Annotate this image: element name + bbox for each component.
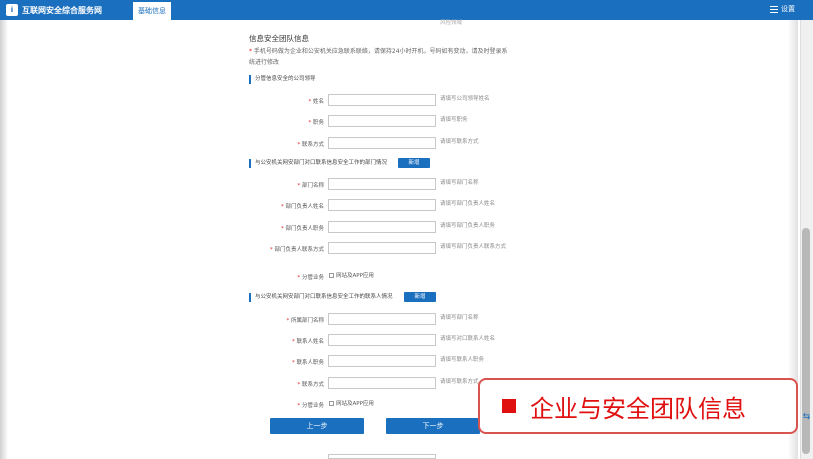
faded-scrolled-text: 风险领域: [440, 20, 463, 26]
contact-name-hint: 请填写对口联系人姓名: [440, 336, 496, 342]
contact-name-input[interactable]: [328, 334, 436, 346]
field-label-contact-title: * 联系人职务: [291, 360, 324, 366]
leader-name-input[interactable]: [328, 94, 436, 106]
phone-notice: * 手机号码做为企业和公安机关应急联系联络，请保持24小时开机，号码如有变动，请…: [249, 48, 508, 66]
contact-dept-input[interactable]: [328, 313, 436, 325]
callout-square-icon: [502, 399, 516, 413]
dept-head-contact-hint: 请填写部门负责人联系方式: [440, 244, 507, 250]
field-label-dept-business: * 分管业务: [297, 275, 324, 281]
field-label-dept-name: * 部门名称: [297, 183, 324, 189]
dept-business-option[interactable]: 网站及APP应用: [329, 271, 374, 279]
contact-business-checkbox[interactable]: [329, 400, 334, 406]
contact-business-option[interactable]: 网站及APP应用: [329, 399, 374, 407]
group-contact-person-heading: 与公安机关网安部门对口联系信息安全工作的联系人情况: [249, 293, 393, 302]
contact-dept-hint: 请填写部门名称: [440, 315, 479, 321]
dept-head-contact-input[interactable]: [328, 242, 436, 254]
annotation-callout: 企业与安全团队信息: [478, 378, 798, 434]
dept-head-title-hint: 请填写部门负责人职务: [440, 223, 496, 229]
prev-step-button[interactable]: 上一步: [270, 418, 364, 434]
add-department-button[interactable]: 新增: [398, 158, 430, 168]
field-label-leader-name: * 姓名: [308, 99, 324, 105]
next-step-button[interactable]: 下一步: [386, 418, 480, 434]
field-label-leader-title: * 职务: [308, 120, 324, 126]
dept-name-input[interactable]: [328, 178, 436, 190]
contact-phone-input[interactable]: [328, 377, 436, 389]
dept-head-name-input[interactable]: [328, 199, 436, 211]
group-company-leader-heading: 分管信息安全的公司领导: [249, 75, 316, 84]
leader-title-input[interactable]: [328, 115, 436, 127]
field-label-leader-contact: * 联系方式: [297, 142, 324, 148]
leader-title-hint: 请填写职务: [440, 117, 468, 123]
leader-contact-hint: 请填写联系方式: [440, 139, 479, 145]
field-label-dept-head-contact: * 部门负责人联系方式: [269, 247, 324, 253]
leader-contact-input[interactable]: [328, 137, 436, 149]
field-label-contact-business: * 分管业务: [297, 403, 324, 409]
dept-business-checkbox[interactable]: [329, 272, 334, 278]
leader-name-hint: 请填写公司领导姓名: [440, 96, 490, 102]
field-label-contact-phone: * 联系方式: [297, 382, 324, 388]
expand-side-icon[interactable]: ⇆: [800, 412, 813, 426]
contact-title-hint: 请填写联系人职务: [440, 357, 485, 363]
dept-name-hint: 请填写部门名称: [440, 180, 479, 186]
field-label-contact-name: * 联系人姓名: [291, 339, 324, 345]
dept-head-name-hint: 请填写部门负责人姓名: [440, 201, 496, 207]
field-label-dept-head-name: * 部门负责人姓名: [280, 204, 324, 210]
partial-input-below[interactable]: [328, 454, 436, 459]
field-label-contact-dept: * 所属部门名称: [286, 318, 324, 324]
dept-head-title-input[interactable]: [328, 221, 436, 233]
add-contact-button[interactable]: 新增: [404, 292, 436, 302]
section-title: 信息安全团队信息: [249, 34, 309, 43]
callout-text: 企业与安全团队信息: [530, 394, 746, 423]
field-label-dept-head-title: * 部门负责人职务: [280, 226, 324, 232]
group-department-heading: 与公安机关网安部门对口联系信息安全工作的部门情况: [249, 159, 387, 168]
contact-title-input[interactable]: [328, 355, 436, 367]
